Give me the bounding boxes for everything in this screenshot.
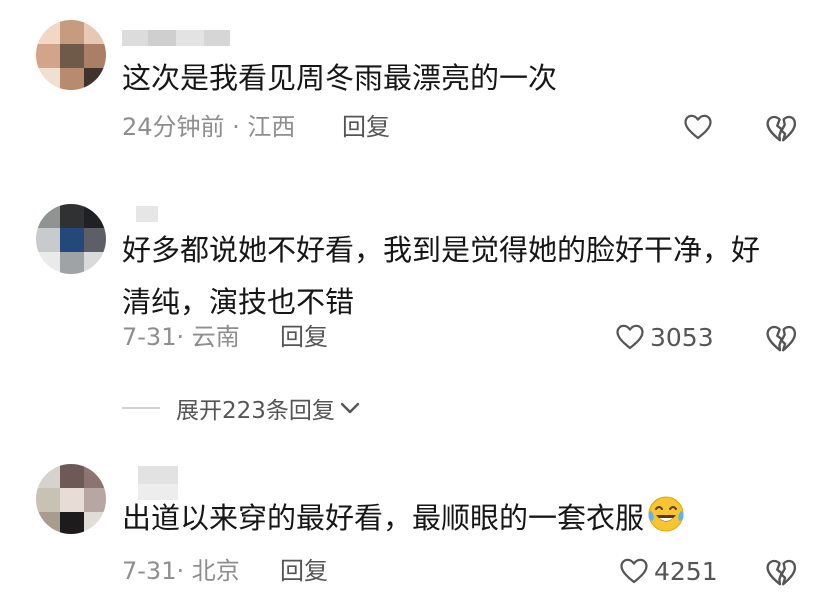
username-mosaic[interactable] [122, 204, 242, 224]
chevron-down-icon [340, 402, 360, 414]
comment-time-location: 24分钟前 · 江西 [122, 113, 296, 141]
reply-button[interactable]: 回复 [280, 556, 328, 586]
avatar[interactable] [36, 464, 106, 534]
avatar-mosaic [36, 20, 106, 90]
like-count: 4251 [654, 556, 718, 586]
avatar[interactable] [36, 204, 106, 274]
comment-text-content: 出道以来穿的最好看，最顺眼的一套衣服 [122, 501, 645, 535]
avatar-mosaic [36, 204, 106, 274]
like-button[interactable] [684, 112, 718, 142]
expand-replies-label: 展开223条回复 [176, 398, 335, 424]
like-count: 3053 [650, 322, 714, 352]
comment-item: 这次是我看见周冬雨最漂亮的一次 24分钟前 · 江西 回复 [0, 0, 828, 180]
comment-time-location: 7-31· 北京 [122, 557, 240, 585]
heart-outline-icon [620, 558, 648, 584]
heart-outline-icon [616, 324, 644, 350]
reply-button[interactable]: 回复 [280, 322, 328, 352]
comment-text: 好多都说她不好看，我到是觉得她的脸好干净，好 清纯，演技也不错 [122, 233, 761, 319]
heart-outline-icon [684, 114, 712, 140]
broken-heart-icon[interactable] [766, 558, 796, 588]
broken-heart-icon[interactable] [766, 324, 796, 354]
comment-time-location: 7-31· 云南 [122, 323, 240, 351]
divider-line [122, 407, 160, 409]
avatar-mosaic [36, 464, 106, 534]
like-button[interactable]: 3053 [616, 322, 714, 352]
like-button[interactable]: 4251 [620, 556, 718, 586]
comment-item: 出道以来穿的最好看，最顺眼的一套衣服 7-31· 北京 回复 4251 [0, 456, 828, 616]
comment-text: 出道以来穿的最好看，最顺眼的一套衣服 [122, 492, 802, 544]
expand-replies-button[interactable]: 展开223条回复 [122, 392, 361, 424]
username-mosaic[interactable] [122, 28, 242, 48]
avatar[interactable] [36, 20, 106, 90]
comment-text: 这次是我看见周冬雨最漂亮的一次 [122, 61, 558, 95]
laughing-crying-emoji [648, 496, 684, 532]
broken-heart-icon[interactable] [766, 114, 796, 144]
comment-item: 好多都说她不好看，我到是觉得她的脸好干净，好 清纯，演技也不错 7-31· 云南… [0, 190, 828, 390]
reply-button[interactable]: 回复 [342, 112, 390, 142]
